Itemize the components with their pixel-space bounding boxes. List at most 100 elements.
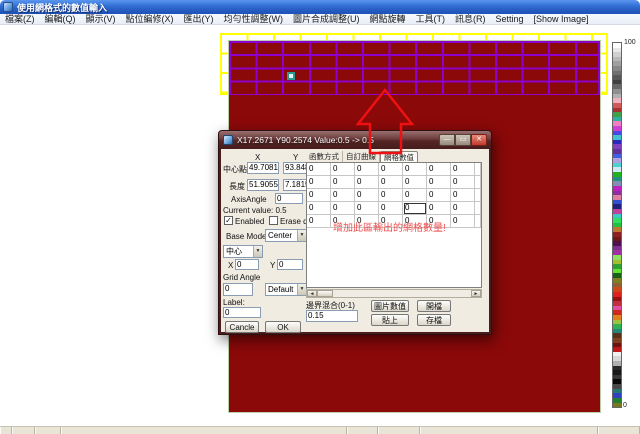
grid-cell[interactable]: 0 (331, 163, 355, 176)
center-point-label: 中心點 (223, 164, 247, 175)
menu-item[interactable]: 均勻性調整(W) (219, 14, 289, 25)
menu-item[interactable]: 檔案(Z) (0, 14, 40, 25)
status-panel (598, 427, 640, 434)
base-mode-label: Base Mode (226, 232, 266, 241)
grid-cell[interactable]: 0 (307, 163, 331, 176)
column-header-y: Y (293, 153, 298, 162)
grid-cell[interactable] (475, 163, 481, 176)
close-icon[interactable]: ✕ (471, 134, 487, 146)
title-bar[interactable]: 使用網格式的數值輸入 (0, 0, 640, 14)
grid-cell[interactable]: 0 (355, 189, 379, 202)
length-x-field[interactable]: 51.9055 (247, 179, 279, 191)
offset-y-field[interactable]: 0 (277, 259, 303, 270)
grid-cell[interactable] (475, 215, 481, 228)
scale-min-label: 0 (623, 402, 627, 409)
menu-bar: 檔案(Z)編輯(Q)顯示(V)點位編修(X)匯出(Y)均勻性調整(W)圖片合成調… (0, 14, 640, 25)
grid-cell[interactable]: 0 (379, 163, 403, 176)
blend-field[interactable]: 0.15 (306, 310, 358, 322)
grid-angle-label: Grid Angle (223, 273, 260, 282)
menu-item[interactable]: 匯出(Y) (179, 14, 219, 25)
save-file-button[interactable]: 存檔 (417, 314, 451, 326)
value-input-dialog: X17.2671 Y90.2574 Value:0.5 -> 0.5 — ▭ ✕… (218, 130, 492, 335)
menu-item[interactable]: 編輯(Q) (40, 14, 81, 25)
workspace: 100 0 X17.2671 Y90.2574 Value:0.5 -> 0.5… (0, 25, 640, 426)
erase-dots-checkbox[interactable] (269, 216, 278, 225)
menu-item[interactable]: 網點旋轉 (365, 14, 411, 25)
cancel-button[interactable]: Cancle (225, 321, 259, 333)
grid-cell[interactable] (475, 176, 481, 189)
scroll-left-icon[interactable]: ◄ (307, 290, 317, 297)
status-panel (378, 427, 420, 434)
menu-item[interactable]: 點位編修(X) (121, 14, 179, 25)
grid-cell[interactable]: 0 (331, 189, 355, 202)
maximize-icon[interactable]: ▭ (455, 134, 471, 146)
axis-angle-field[interactable]: 0 (275, 193, 303, 204)
minimize-icon[interactable]: — (439, 134, 455, 146)
selected-point-marker[interactable] (287, 72, 295, 80)
status-panel (61, 427, 347, 434)
offset-y-label: Y (270, 261, 275, 270)
axis-angle-label: AxisAngle (231, 195, 267, 204)
scroll-right-icon[interactable]: ► (471, 290, 481, 297)
grid-cell[interactable]: 0 (331, 202, 355, 215)
menu-item[interactable]: 圖片合成調整(U) (288, 14, 365, 25)
grid-cell[interactable]: 0 (307, 215, 331, 228)
grid-cell[interactable]: 0 (403, 189, 427, 202)
tab-0[interactable]: 函數方式 (306, 151, 343, 162)
label-field[interactable]: 0 (223, 307, 261, 318)
scrollbar-track[interactable] (333, 290, 471, 297)
grid-cell[interactable] (475, 202, 481, 215)
grid-cell[interactable]: 0 (307, 176, 331, 189)
center-x-field[interactable]: 49.7081 (247, 162, 279, 174)
grid-cell[interactable]: 0 (379, 176, 403, 189)
base-mode-select[interactable]: Center ▼ (265, 229, 307, 242)
paste-button[interactable]: 貼上 (371, 314, 409, 326)
grid-cell[interactable]: 0 (355, 202, 379, 215)
grid-cell[interactable]: 0 (451, 189, 475, 202)
table-hscrollbar[interactable]: ◄ ► (306, 289, 482, 298)
offset-x-field[interactable]: 0 (235, 259, 259, 270)
grid-cell[interactable]: 0 (403, 176, 427, 189)
grid-cell[interactable]: 0 (355, 176, 379, 189)
menu-item[interactable]: 顯示(V) (81, 14, 121, 25)
dialog-icon (223, 135, 233, 145)
grid-cell[interactable]: 0 (427, 202, 451, 215)
status-panel (347, 427, 378, 434)
grid-cell[interactable]: 0 (427, 176, 451, 189)
grid-cell[interactable]: 0 (379, 202, 403, 215)
scale-max-label: 100 (624, 39, 636, 46)
anchor-select[interactable]: 中心 ▼ (223, 245, 263, 258)
grid-cell[interactable]: 0 (403, 202, 427, 215)
grid-cell[interactable]: 0 (451, 163, 475, 176)
image-values-button[interactable]: 圖片數值 (371, 300, 409, 312)
grid-cell[interactable]: 0 (379, 189, 403, 202)
enabled-checkbox[interactable]: ✓ (224, 216, 233, 225)
status-panel (12, 427, 35, 434)
menu-item[interactable]: [Show Image] (529, 14, 594, 25)
grid-cell[interactable]: 0 (307, 189, 331, 202)
grid-cell[interactable]: 0 (307, 202, 331, 215)
grid-cell[interactable]: 0 (427, 189, 451, 202)
column-header-x: X (255, 153, 260, 162)
grid-angle-mode-select[interactable]: Default ▼ (265, 283, 307, 296)
grid-cell[interactable]: 0 (331, 176, 355, 189)
status-bar (0, 426, 640, 434)
grid-cell[interactable]: 0 (451, 202, 475, 215)
menu-item[interactable]: 訊息(R) (450, 14, 491, 25)
enabled-label: Enabled (235, 217, 264, 226)
grid-cell[interactable]: 0 (403, 163, 427, 176)
open-file-button[interactable]: 開檔 (417, 300, 451, 312)
grid-cell[interactable] (475, 189, 481, 202)
grid-cell[interactable]: 0 (451, 215, 475, 228)
menu-item[interactable]: 工具(T) (411, 14, 451, 25)
label-label: Label: (223, 298, 245, 307)
ok-button[interactable]: OK (265, 321, 301, 333)
scrollbar-thumb[interactable] (317, 290, 333, 297)
grid-cell[interactable]: 0 (451, 176, 475, 189)
grid-cell[interactable]: 0 (427, 163, 451, 176)
menu-item[interactable]: Setting (491, 14, 529, 25)
grid-cell[interactable]: 0 (355, 163, 379, 176)
up-arrow-annotation (352, 87, 418, 157)
scale-segment (613, 403, 621, 408)
grid-angle-field[interactable]: 0 (223, 283, 253, 296)
